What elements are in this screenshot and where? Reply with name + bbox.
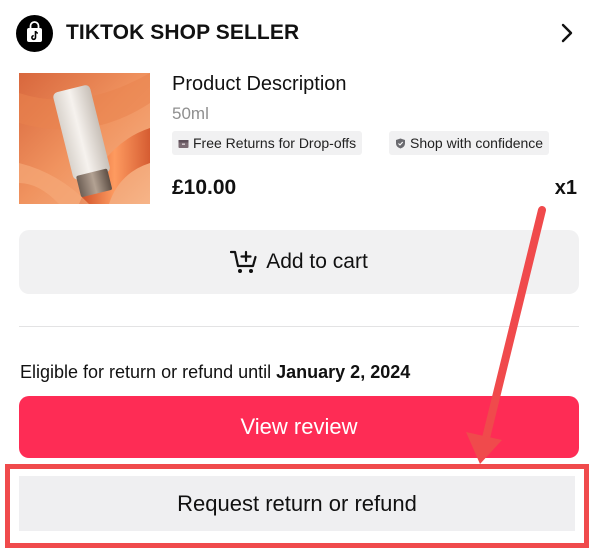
add-to-cart-button[interactable]: Add to cart — [19, 230, 579, 294]
tiktok-shop-bag-icon — [16, 15, 53, 52]
shop-confidence-tag: Shop with confidence — [389, 131, 550, 155]
chevron-right-icon[interactable] — [560, 20, 576, 46]
free-returns-tag: Free Returns for Drop-offs — [172, 131, 363, 155]
eligibility-prefix: Eligible for return or refund until — [20, 362, 277, 382]
free-returns-label: Free Returns for Drop-offs — [193, 135, 357, 151]
box-icon — [178, 140, 189, 148]
shop-name: TIKTOK SHOP SELLER — [66, 21, 300, 44]
section-divider — [19, 326, 579, 327]
view-review-label: View review — [240, 414, 358, 439]
add-to-cart-label: Add to cart — [266, 250, 368, 273]
cart-plus-icon — [230, 250, 257, 273]
shield-icon — [396, 138, 405, 149]
product-title[interactable]: Product Description — [172, 73, 347, 96]
product-image[interactable] — [19, 73, 150, 204]
product-price: £10.00 — [172, 176, 237, 199]
request-refund-button[interactable]: Request return or refund — [19, 476, 575, 531]
request-refund-label: Request return or refund — [177, 490, 417, 516]
refund-eligibility-text: Eligible for return or refund until Janu… — [20, 362, 410, 383]
product-quantity: x1 — [554, 177, 577, 199]
shop-confidence-label: Shop with confidence — [410, 135, 544, 151]
product-variant: 50ml — [172, 104, 209, 123]
shop-header[interactable]: TIKTOK SHOP SELLER — [16, 12, 582, 56]
eligibility-date: January 2, 2024 — [276, 362, 411, 382]
view-review-button[interactable]: View review — [19, 396, 579, 458]
